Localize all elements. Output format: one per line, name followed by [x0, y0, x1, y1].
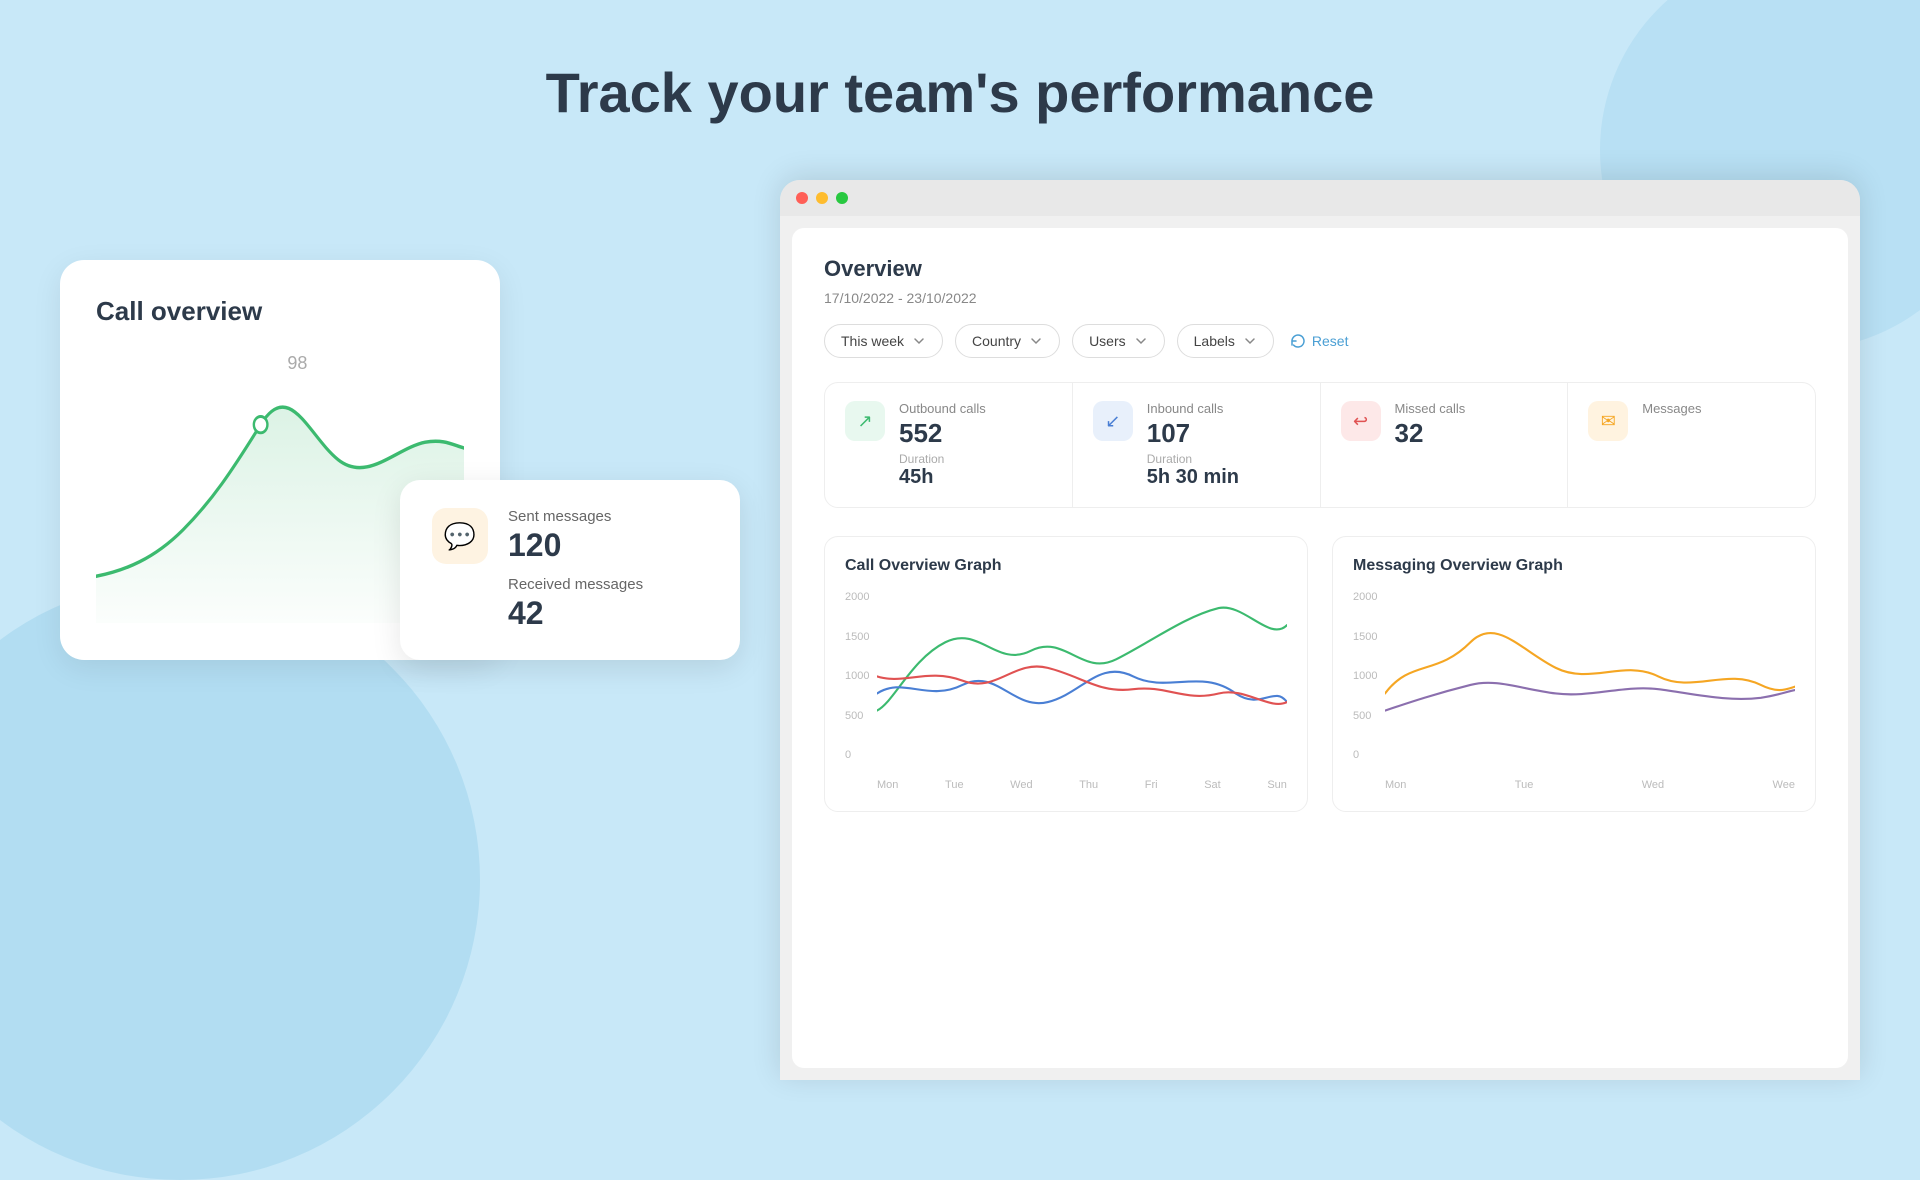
missed-details: Missed calls 32	[1395, 401, 1548, 446]
missed-label: Missed calls	[1395, 401, 1548, 416]
reset-label: Reset	[1312, 333, 1349, 349]
outbound-value: 552	[899, 420, 1052, 446]
call-x-axis: Mon Tue Wed Thu Fri Sat Sun	[877, 779, 1287, 791]
filter-users-label: Users	[1089, 333, 1126, 349]
filter-time[interactable]: This week	[824, 324, 943, 358]
metric-outbound-calls: ↗ Outbound calls 552 Duration 45h	[825, 383, 1073, 507]
messaging-graph-svg	[1385, 591, 1795, 736]
messages-card: 💬 Sent messages 120 Received messages 42	[400, 480, 740, 660]
missed-icon: ↩	[1341, 401, 1381, 441]
filter-time-label: This week	[841, 333, 904, 349]
call-graph-svg	[877, 591, 1287, 736]
dashboard-title: Overview	[824, 256, 1816, 282]
outbound-icon: ↗	[845, 401, 885, 441]
call-y-axis: 2000 1500 1000 500 0	[845, 591, 869, 761]
chevron-down-icon	[1243, 334, 1257, 348]
window-maximize-dot[interactable]	[836, 192, 848, 204]
metric-inbound-calls: ↙ Inbound calls 107 Duration 5h 30 min	[1073, 383, 1321, 507]
messaging-graph-title: Messaging Overview Graph	[1353, 557, 1795, 575]
inbound-icon: ↙	[1093, 401, 1133, 441]
chart-peak-label: 98	[287, 353, 307, 374]
inbound-duration: 5h 30 min	[1147, 466, 1300, 489]
call-graph-title: Call Overview Graph	[845, 557, 1287, 575]
call-overview-title: Call overview	[96, 296, 464, 327]
messaging-x-axis: Mon Tue Wed Wee	[1385, 779, 1795, 791]
filter-row: This week Country Users Labels Re	[824, 324, 1816, 358]
filter-country[interactable]: Country	[955, 324, 1060, 358]
dashboard-inner: Overview 17/10/2022 - 23/10/2022 This we…	[792, 228, 1848, 1068]
metric-missed-calls: ↩ Missed calls 32	[1321, 383, 1569, 507]
missed-value: 32	[1395, 420, 1548, 446]
sent-messages-value: 120	[508, 527, 643, 564]
messages-metric-label: Messages	[1642, 401, 1795, 416]
filter-labels-label: Labels	[1194, 333, 1235, 349]
outbound-sub-label: Duration	[899, 452, 1052, 466]
dashboard-topbar	[780, 180, 1860, 216]
messages-row: 💬 Sent messages 120 Received messages 42	[432, 508, 708, 632]
call-graph-area: 2000 1500 1000 500 0	[845, 591, 1287, 791]
outbound-label: Outbound calls	[899, 401, 1052, 416]
chevron-down-icon	[912, 334, 926, 348]
inbound-label: Inbound calls	[1147, 401, 1300, 416]
chevron-down-icon	[1134, 334, 1148, 348]
inbound-value: 107	[1147, 420, 1300, 446]
dashboard-panel: Overview 17/10/2022 - 23/10/2022 This we…	[780, 180, 1860, 1080]
call-overview-graph-card: Call Overview Graph 2000 1500 1000 500 0	[824, 536, 1308, 812]
inbound-details: Inbound calls 107 Duration 5h 30 min	[1147, 401, 1300, 489]
content-area: Call overview 98	[0, 180, 1920, 1080]
window-close-dot[interactable]	[796, 192, 808, 204]
metric-messages: ✉ Messages	[1568, 383, 1815, 507]
filter-users[interactable]: Users	[1072, 324, 1165, 358]
window-minimize-dot[interactable]	[816, 192, 828, 204]
reset-button[interactable]: Reset	[1290, 333, 1349, 349]
inbound-sub-label: Duration	[1147, 452, 1300, 466]
messages-icon-wrap: 💬	[432, 508, 488, 564]
left-panel: Call overview 98	[60, 260, 740, 660]
messaging-graph-area: 2000 1500 1000 500 0	[1353, 591, 1795, 791]
messaging-overview-graph-card: Messaging Overview Graph 2000 1500 1000 …	[1332, 536, 1816, 812]
reset-icon	[1290, 333, 1306, 349]
messages-metric-details: Messages	[1642, 401, 1795, 420]
messages-data: Sent messages 120 Received messages 42	[508, 508, 643, 632]
filter-country-label: Country	[972, 333, 1021, 349]
messages-icon: 💬	[444, 521, 476, 552]
sent-messages-label: Sent messages	[508, 508, 643, 525]
outbound-details: Outbound calls 552 Duration 45h	[899, 401, 1052, 489]
messages-metric-icon: ✉	[1588, 401, 1628, 441]
outbound-duration: 45h	[899, 466, 1052, 489]
filter-labels[interactable]: Labels	[1177, 324, 1274, 358]
received-messages-label: Received messages	[508, 576, 643, 593]
chevron-down-icon	[1029, 334, 1043, 348]
dashboard-date-range: 17/10/2022 - 23/10/2022	[824, 290, 1816, 306]
received-messages-value: 42	[508, 595, 643, 632]
metrics-row: ↗ Outbound calls 552 Duration 45h ↙ Inbo…	[824, 382, 1816, 508]
graphs-section: Call Overview Graph 2000 1500 1000 500 0	[824, 536, 1816, 812]
messaging-y-axis: 2000 1500 1000 500 0	[1353, 591, 1377, 761]
page-heading: Track your team's performance	[0, 0, 1920, 125]
